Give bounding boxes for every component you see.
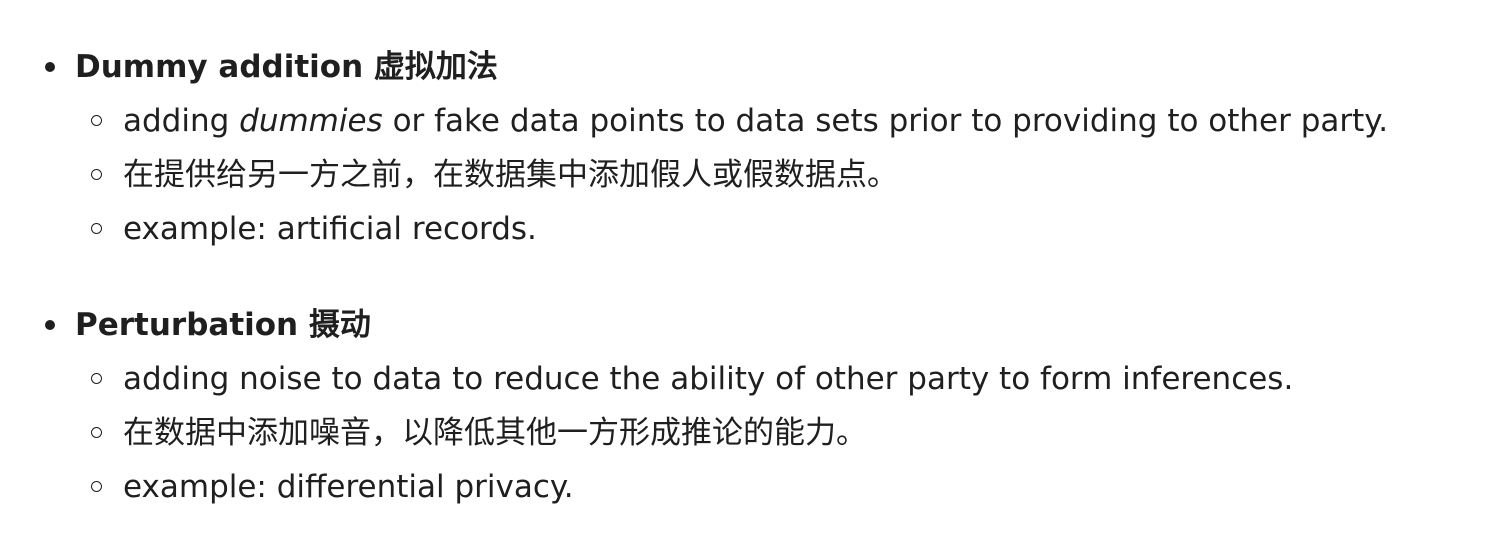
bullet-circle-icon xyxy=(91,427,102,438)
list-item-text: example: artificial records. xyxy=(123,211,537,247)
section-dummy-addition: Dummy addition 虚拟加法 adding dummies or fa… xyxy=(0,40,1496,256)
text-after: or fake data points to data sets prior t… xyxy=(382,103,1389,139)
list-item-text: adding dummies or fake data points to da… xyxy=(123,94,1388,148)
section-perturbation: Perturbation 摄动 adding noise to data to … xyxy=(0,298,1496,514)
list-item: example: differential privacy. xyxy=(0,460,1496,514)
list-item-heading: Perturbation 摄动 xyxy=(0,298,1496,352)
section-heading: Dummy addition 虚拟加法 xyxy=(75,49,498,85)
text-before: adding xyxy=(123,103,240,139)
bullet-circle-icon xyxy=(91,115,102,126)
list-item: adding noise to data to reduce the abili… xyxy=(0,352,1496,406)
list-item: example: artificial records. xyxy=(0,202,1496,256)
emphasis-text: dummies xyxy=(239,103,383,139)
bullet-circle-icon xyxy=(91,373,102,384)
list-item-heading: Dummy addition 虚拟加法 xyxy=(0,40,1496,94)
document: Dummy addition 虚拟加法 adding dummies or fa… xyxy=(0,0,1496,540)
sub-list: adding dummies or fake data points to da… xyxy=(0,94,1496,256)
list-item-text: 在数据中添加噪音，以降低其他一方形成推论的能力。 xyxy=(123,415,867,451)
list-item: adding dummies or fake data points to da… xyxy=(0,94,1496,148)
bullet-disc-icon xyxy=(45,320,55,330)
list-item-text: adding noise to data to reduce the abili… xyxy=(123,361,1294,397)
bullet-disc-icon xyxy=(45,62,55,72)
list-item-text: 在提供给另一方之前，在数据集中添加假人或假数据点。 xyxy=(123,157,898,193)
bullet-circle-icon xyxy=(91,481,102,492)
bullet-circle-icon xyxy=(91,223,102,234)
list-item-text: example: differential privacy. xyxy=(123,469,574,505)
list-item: 在提供给另一方之前，在数据集中添加假人或假数据点。 xyxy=(0,148,1496,202)
list-item: 在数据中添加噪音，以降低其他一方形成推论的能力。 xyxy=(0,406,1496,460)
bullet-circle-icon xyxy=(91,169,102,180)
section-heading: Perturbation 摄动 xyxy=(75,307,371,343)
sub-list: adding noise to data to reduce the abili… xyxy=(0,352,1496,514)
